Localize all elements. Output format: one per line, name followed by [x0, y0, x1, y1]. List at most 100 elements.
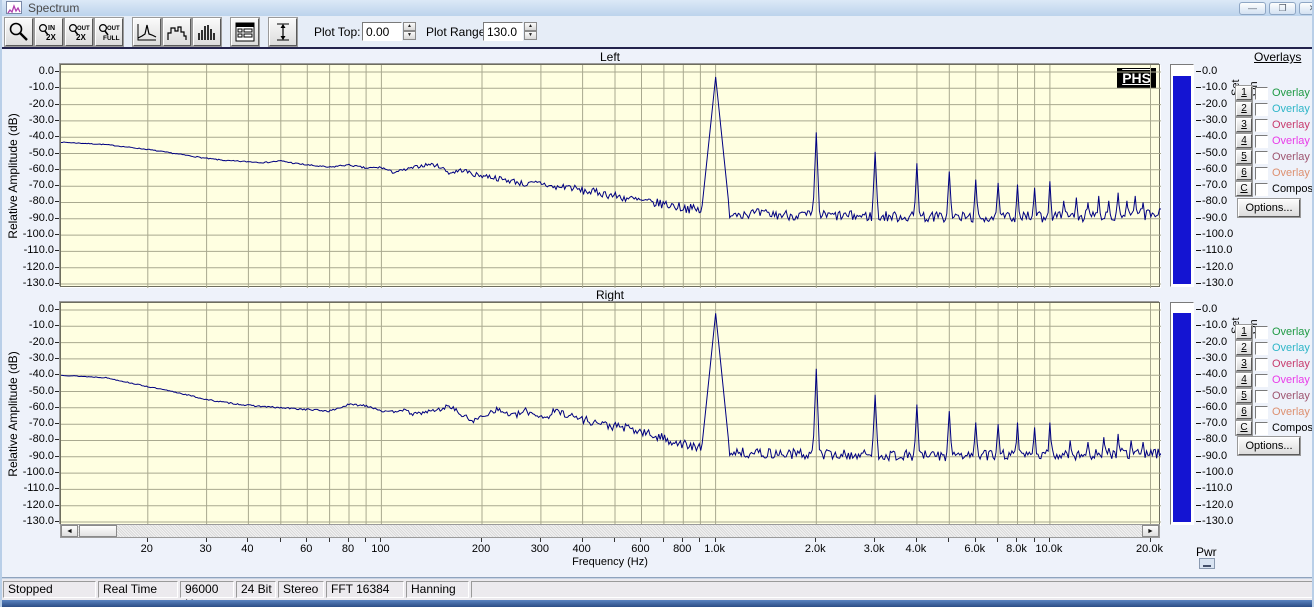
- zoom-in-2x-button[interactable]: IN2X: [35, 18, 63, 46]
- y-tick-mark: [55, 283, 59, 284]
- overlay-set-button-1[interactable]: 1: [1236, 325, 1252, 339]
- meter-scale-label: -20.0: [1202, 98, 1227, 110]
- line-spectrum-button[interactable]: [133, 18, 161, 46]
- meter-scale-label: -40.0: [1202, 130, 1227, 142]
- y-tick-label: -80.0: [8, 195, 54, 207]
- frequency-scrollbar[interactable]: ◄ ►: [60, 524, 1160, 538]
- overlay-label: Overlay 5: [1272, 390, 1314, 402]
- y-tick-mark: [55, 309, 59, 310]
- minimize-button[interactable]: —: [1239, 2, 1266, 15]
- zoom-out-full-button[interactable]: OUTFULL: [95, 18, 123, 46]
- maximize-button[interactable]: ❐: [1269, 2, 1296, 15]
- overlay-on-checkbox-1[interactable]: [1255, 87, 1268, 100]
- svg-text:2X: 2X: [76, 33, 86, 42]
- meter-scale-label: -50.0: [1202, 385, 1227, 397]
- overlay-set-button-5[interactable]: 5: [1236, 150, 1252, 164]
- overlay-on-checkbox-5[interactable]: [1255, 151, 1268, 164]
- overlay-set-button-5[interactable]: 5: [1236, 389, 1252, 403]
- overlay-set-button-C[interactable]: C: [1236, 182, 1252, 196]
- overlay-on-checkbox-4[interactable]: [1255, 374, 1268, 387]
- y-tick-mark: [55, 136, 59, 137]
- scroll-left-arrow-icon[interactable]: ◄: [61, 525, 78, 537]
- y-tick-mark: [55, 472, 59, 473]
- overlay-set-button-3[interactable]: 3: [1236, 357, 1252, 371]
- overlay-on-checkbox-3[interactable]: [1255, 358, 1268, 371]
- x-tick-label: 20.0k: [1128, 543, 1172, 555]
- overlay-on-checkbox-C[interactable]: [1255, 422, 1268, 435]
- overlay-on-checkbox-3[interactable]: [1255, 119, 1268, 132]
- left-plot-title: Left: [550, 50, 670, 64]
- overlay-on-checkbox-6[interactable]: [1255, 406, 1268, 419]
- meter-scale-label: -60.0: [1202, 163, 1227, 175]
- y-tick-label: -20.0: [8, 336, 54, 348]
- y-tick-mark: [55, 342, 59, 343]
- overlay-set-button-6[interactable]: 6: [1236, 405, 1252, 419]
- overlay-set-button-2[interactable]: 2: [1236, 341, 1252, 355]
- window-title: Spectrum: [28, 1, 79, 15]
- plot-range-spinner[interactable]: ▲▼: [524, 22, 537, 41]
- right-spectrum-plot[interactable]: [60, 302, 1160, 525]
- meter-scale-label: -90.0: [1202, 212, 1227, 224]
- zoom-out-2x-button[interactable]: OUT2X: [65, 18, 93, 46]
- meter-tick-mark: [1196, 185, 1201, 186]
- overlay-set-button-6[interactable]: 6: [1236, 166, 1252, 180]
- plot-range-input[interactable]: [483, 22, 523, 41]
- left-spectrum-plot[interactable]: PHS: [60, 64, 1160, 287]
- overlay-set-button-4[interactable]: 4: [1236, 134, 1252, 148]
- left-power-meter: [1170, 64, 1194, 287]
- y-tick-label: -110.0: [8, 482, 54, 494]
- overlay-set-button-C[interactable]: C: [1236, 421, 1252, 435]
- status-empty: [471, 581, 1314, 598]
- y-tick-mark: [55, 439, 59, 440]
- meter-tick-mark: [1196, 423, 1201, 424]
- overlay-on-checkbox-6[interactable]: [1255, 167, 1268, 180]
- overlay-label: Overlay 4: [1272, 374, 1314, 386]
- plot-scale-button[interactable]: [269, 18, 297, 46]
- meter-scale-label: -70.0: [1202, 417, 1227, 429]
- overlay-on-checkbox-C[interactable]: [1255, 183, 1268, 196]
- svg-text:OUT: OUT: [77, 26, 90, 32]
- plot-top-input[interactable]: [362, 22, 402, 41]
- overlay-on-checkbox-2[interactable]: [1255, 103, 1268, 116]
- y-tick-mark: [55, 120, 59, 121]
- overlay-on-checkbox-1[interactable]: [1255, 326, 1268, 339]
- zoom-tool-button[interactable]: [5, 18, 33, 46]
- toolbar-divider: [2, 47, 1314, 49]
- plot-top-spinner[interactable]: ▲▼: [403, 22, 416, 41]
- meter-tick-mark: [1196, 87, 1201, 88]
- y-tick-label: -10.0: [8, 81, 54, 93]
- scroll-right-arrow-icon[interactable]: ►: [1142, 525, 1159, 537]
- display-settings-button[interactable]: [231, 18, 259, 46]
- status-fft-size: FFT 16384 pts: [326, 581, 404, 598]
- y-tick-label: -50.0: [8, 147, 54, 159]
- close-button[interactable]: ✕: [1299, 2, 1314, 15]
- overlay-set-button-3[interactable]: 3: [1236, 118, 1252, 132]
- minimized-child-window[interactable]: [1199, 558, 1215, 569]
- x-tick-label: 10.0k: [1027, 543, 1071, 555]
- overlay-options-button[interactable]: Options...: [1238, 437, 1300, 455]
- title-bar: Spectrum — ❐ ✕: [2, 0, 1314, 16]
- meter-scale-label: -60.0: [1202, 401, 1227, 413]
- overlay-on-checkbox-2[interactable]: [1255, 342, 1268, 355]
- scrollbar-thumb[interactable]: [79, 525, 117, 537]
- overlay-label: Overlay 1: [1272, 87, 1314, 99]
- overlay-set-button-2[interactable]: 2: [1236, 102, 1252, 116]
- meter-scale-label: -110.0: [1202, 244, 1232, 256]
- overlay-set-button-1[interactable]: 1: [1236, 86, 1252, 100]
- step-spectrum-button[interactable]: [163, 18, 191, 46]
- overlay-options-button[interactable]: Options...: [1238, 199, 1300, 217]
- x-tick-label: 20: [125, 543, 169, 555]
- y-tick-mark: [55, 153, 59, 154]
- svg-text:IN: IN: [48, 25, 55, 32]
- y-tick-mark: [55, 505, 59, 506]
- overlay-on-checkbox-5[interactable]: [1255, 390, 1268, 403]
- y-tick-mark: [55, 407, 59, 408]
- x-tick-label: 6.0k: [953, 543, 997, 555]
- y-tick-mark: [55, 87, 59, 88]
- overlay-set-button-4[interactable]: 4: [1236, 373, 1252, 387]
- overlay-on-checkbox-4[interactable]: [1255, 135, 1268, 148]
- meter-tick-mark: [1196, 488, 1201, 489]
- meter-scale-label: -10.0: [1202, 81, 1227, 93]
- bar-spectrum-button[interactable]: [193, 18, 221, 46]
- x-tick-label: 100: [358, 543, 402, 555]
